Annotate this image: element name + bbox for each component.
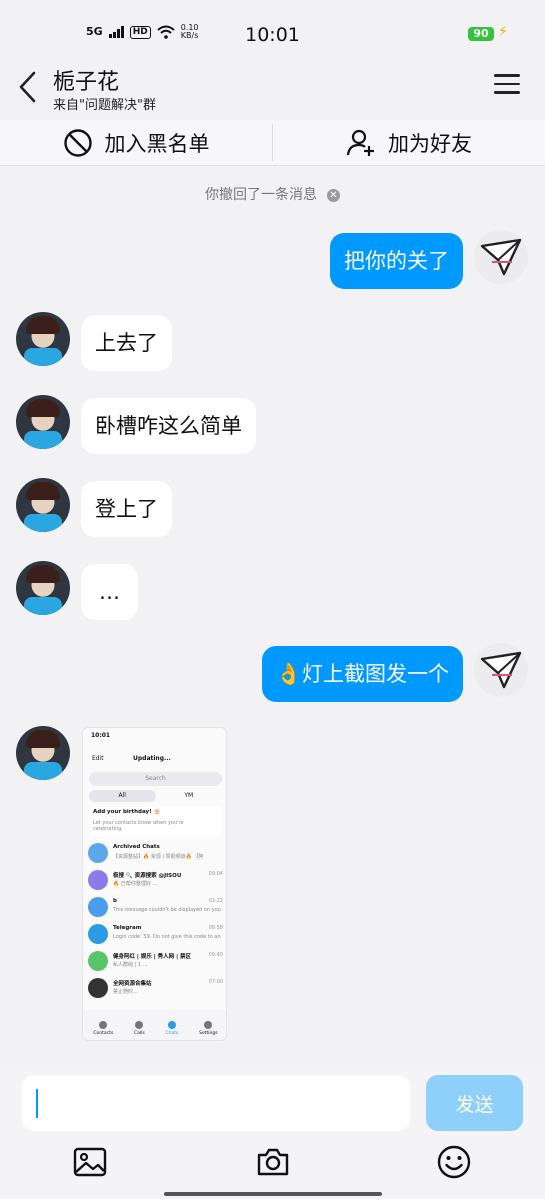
shot-edit: Edit <box>92 755 104 762</box>
status-time: 10:01 <box>245 24 300 46</box>
shot-chat-name: 健身阿红 | 娱乐 | 秀人网 | 禁区 <box>113 954 192 960</box>
shot-chat-avatar <box>88 951 108 971</box>
avatar[interactable] <box>16 561 70 615</box>
message-bubble-incoming[interactable]: 卧槽咋这么简单 <box>81 398 256 454</box>
shot-tab-ym: YM <box>184 792 194 799</box>
emoji-icon[interactable] <box>436 1144 472 1180</box>
message-bubble-incoming[interactable]: … <box>81 564 138 620</box>
shot-chat-time: 07:00 <box>208 979 223 985</box>
shot-search: Search <box>89 772 222 786</box>
shot-chat-row: 健身阿红 | 娱乐 | 秀人网 | 禁区 私人群组 | 1 … 09:40 <box>83 948 226 974</box>
add-friend-button[interactable]: 加为好友 <box>273 120 545 165</box>
shared-screenshot-image[interactable]: 10:01 Edit Updating... Search All YM Add… <box>82 727 227 1041</box>
shot-chat-row: Telegram Login code: 59. Do not give this… <box>83 921 226 947</box>
add-friend-icon <box>346 129 374 156</box>
avatar[interactable] <box>16 478 70 532</box>
shot-chat-avatar <box>88 924 108 944</box>
home-indicator <box>164 1192 382 1196</box>
shot-chat-row: 全网资源合集站 禁止随时… 07:00 <box>83 975 226 1001</box>
shot-chat-name: Archived Chats <box>113 844 160 850</box>
block-label: 加入黑名单 <box>104 131 210 156</box>
avatar[interactable] <box>474 643 528 697</box>
message-bubble-incoming[interactable]: 上去了 <box>81 315 172 371</box>
menu-icon[interactable] <box>494 74 520 96</box>
text-caret <box>36 1089 38 1118</box>
shot-chat-name: b <box>113 898 117 904</box>
shot-chat-name: Telegram <box>113 925 142 931</box>
send-button[interactable]: 发送 <box>426 1075 523 1131</box>
shot-chat-preview: 🔥 已帮你整理好 … <box>113 881 158 887</box>
shot-chat-time: 09:58 <box>208 925 223 931</box>
image-icon[interactable] <box>72 1144 108 1180</box>
shot-nav-label: Contacts <box>93 1031 114 1036</box>
shot-chat-name: 全网资源合集站 <box>113 981 152 987</box>
shot-status: Updating... <box>133 755 171 762</box>
shot-birthday-text: Let your contacts know when you're celeb… <box>93 820 184 832</box>
shot-chat-name: 极搜 🔍 资源搜索 @JISOU <box>113 873 182 879</box>
shot-nav-item: Calls <box>134 1021 145 1036</box>
shot-nav-item: Contacts <box>93 1021 113 1036</box>
message-bubble-outgoing[interactable]: 把你的关了 <box>330 233 463 289</box>
shot-nav-item: Chats <box>165 1021 178 1036</box>
shot-chat-preview: 禁止随时… <box>113 989 139 995</box>
message-bubble-outgoing[interactable]: 👌灯上截图发一个 <box>261 646 463 702</box>
shot-chat-preview: 私人群组 | 1 … <box>113 962 148 968</box>
shot-chat-preview: This message couldn't be displayed on yo… <box>113 907 221 913</box>
avatar[interactable] <box>16 726 70 780</box>
paper-plane-icon <box>480 238 522 276</box>
shot-chat-avatar <box>88 870 108 890</box>
shot-nav-item: Settings <box>199 1021 218 1036</box>
shot-birthday-card: Add your birthday! 🎂 Let your contacts k… <box>89 806 222 836</box>
shot-chat-preview: Login code: 59. Do not give this code to… <box>113 934 221 940</box>
shot-tabs: All YM <box>89 790 222 802</box>
avatar[interactable] <box>16 395 70 449</box>
shot-chat-avatar <box>88 897 108 917</box>
shot-chat-time: 02:22 <box>208 898 223 904</box>
block-icon <box>63 128 92 157</box>
shot-chat-row: 极搜 🔍 资源搜索 @JISOU 🔥 已帮你整理好 … 09:04 <box>83 867 226 893</box>
back-arrow-icon[interactable] <box>16 70 42 104</box>
recall-notice-text: 你撤回了一条消息 <box>205 187 317 203</box>
shot-chat-time: 09:40 <box>208 952 223 958</box>
message-bubble-incoming[interactable]: 登上了 <box>81 481 172 537</box>
block-button[interactable]: 加入黑名单 <box>0 120 272 165</box>
composer: 发送 <box>0 1064 545 1199</box>
shot-chat-avatar <box>88 978 108 998</box>
status-bar: 5G HD 0.10 KB/s 10:01 90 ⚡ <box>0 0 545 62</box>
avatar[interactable] <box>474 230 528 284</box>
recall-notice: 你撤回了一条消息 ✕ <box>0 184 545 204</box>
shot-chat-row: Archived Chats 【资源整站】🔥 资源 | 赞助频道🔥 【阿 <box>83 840 226 866</box>
shot-chat-time: 09:04 <box>208 871 223 877</box>
camera-icon[interactable] <box>255 1144 291 1180</box>
shot-chat-avatar <box>88 843 108 863</box>
shot-chat-preview: 【资源整站】🔥 资源 | 赞助频道🔥 【阿 <box>113 854 204 860</box>
close-icon[interactable]: ✕ <box>327 189 340 202</box>
chat-header: 栀子花 来自"问题解决"群 <box>0 62 545 120</box>
paper-plane-icon <box>480 651 522 689</box>
shot-nav-label: Settings <box>199 1031 218 1036</box>
shot-nav-label: Calls <box>133 1031 145 1036</box>
shot-nav: Contacts Calls Chats Settings <box>83 1010 226 1040</box>
shot-chat-row: b This message couldn't be displayed on y… <box>83 894 226 920</box>
add-friend-label: 加为好友 <box>388 131 472 156</box>
shot-tab-all: All <box>89 790 156 802</box>
message-input[interactable] <box>22 1075 410 1131</box>
stranger-action-bar: 加入黑名单 加为好友 <box>0 120 545 166</box>
shot-birthday-title: Add your birthday! 🎂 <box>93 809 161 815</box>
charging-icon: ⚡ <box>498 24 508 40</box>
shot-nav-label: Chats <box>165 1031 179 1036</box>
battery-icon: 90 <box>468 27 494 41</box>
chat-subtitle: 来自"问题解决"群 <box>53 98 156 113</box>
shot-time: 10:01 <box>91 732 111 739</box>
chat-title[interactable]: 栀子花 <box>53 64 119 96</box>
avatar[interactable] <box>16 312 70 366</box>
